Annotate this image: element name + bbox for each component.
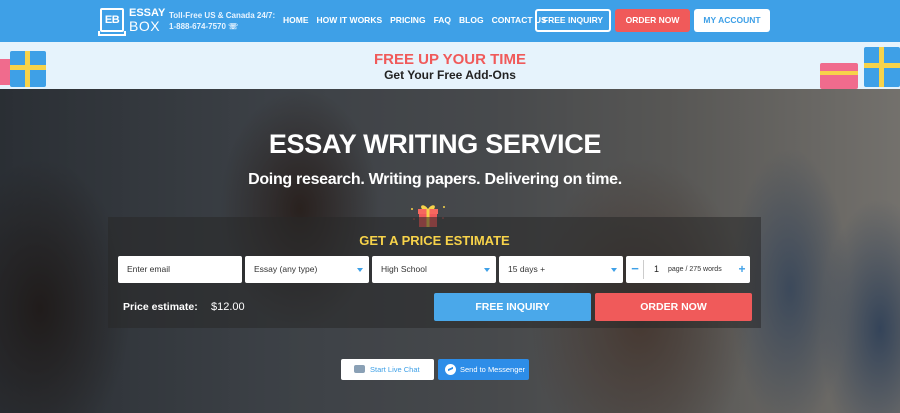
start-live-chat-button[interactable]: Start Live Chat [341,359,434,380]
paper-type-value: Essay (any type) [254,264,318,274]
academic-level-select[interactable]: High School [372,256,496,283]
minus-icon[interactable]: − [630,256,640,282]
header-free-inquiry-button[interactable]: FREE INQUIRY [535,9,611,32]
messenger-icon [445,364,456,375]
nav-home[interactable]: HOME [283,15,309,25]
chevron-down-icon [357,268,363,272]
messenger-label: Send to Messenger [460,365,526,374]
header-order-now-button[interactable]: ORDER NOW [615,9,690,32]
send-to-messenger-button[interactable]: Send to Messenger [438,359,529,380]
hero-section: ESSAY WRITING SERVICE Doing research. Wr… [0,89,900,413]
promo-banner[interactable]: FREE UP YOUR TIME Get Your Free Add-Ons [0,42,900,89]
price-estimate-value: $12.00 [211,301,245,313]
phone-number[interactable]: 1-888-674-7570 [169,22,226,31]
price-estimate-label: Price estimate: [123,301,198,313]
toll-free-contact: Toll-Free US & Canada 24/7: 1-888-674-75… [169,10,275,32]
hero-title: ESSAY WRITING SERVICE [268,129,602,159]
hero-subtitle: Doing research. Writing papers. Deliveri… [248,171,622,188]
plus-icon[interactable]: + [737,256,747,282]
pages-stepper: − 1 page / 275 words + [626,256,750,283]
deadline-select[interactable]: 15 days + [499,256,623,283]
promo-subtitle: Get Your Free Add-Ons [384,68,516,82]
pages-count[interactable]: 1 [654,256,659,283]
phone-icon: ☏ [228,22,239,31]
order-now-button[interactable]: ORDER NOW [595,293,752,321]
main-nav: HOME HOW IT WORKS PRICING FAQ BLOG CONTA… [283,15,555,25]
price-estimate-panel: GET A PRICE ESTIMATE Enter email Essay (… [108,217,761,328]
pages-unit-label: page / 275 words [668,266,722,273]
my-account-button[interactable]: MY ACCOUNT [694,9,770,32]
logo-line-2: BOX [129,18,161,34]
logo-mark: EB [98,8,126,36]
site-header: EB ESSAY BOX Toll-Free US & Canada 24/7:… [0,0,900,42]
logo-wordmark: ESSAY BOX [129,7,165,33]
nav-blog[interactable]: BLOG [459,15,484,25]
nav-how-it-works[interactable]: HOW IT WORKS [317,15,383,25]
essaybox-logo[interactable]: EB ESSAY BOX [98,7,165,37]
chevron-down-icon [611,268,617,272]
chevron-down-icon [484,268,490,272]
chat-icon [354,365,365,373]
stepper-divider [643,260,644,279]
live-chat-label: Start Live Chat [370,365,420,374]
paper-type-select[interactable]: Essay (any type) [245,256,369,283]
email-input[interactable]: Enter email [118,256,242,283]
free-inquiry-button[interactable]: FREE INQUIRY [434,293,591,321]
nav-faq[interactable]: FAQ [434,15,451,25]
estimate-title: GET A PRICE ESTIMATE [359,233,510,248]
nav-pricing[interactable]: PRICING [390,15,425,25]
promo-title: FREE UP YOUR TIME [374,51,526,68]
toll-free-label: Toll-Free US & Canada 24/7: [169,11,276,20]
deadline-value: 15 days + [508,264,546,274]
academic-level-value: High School [381,264,427,274]
